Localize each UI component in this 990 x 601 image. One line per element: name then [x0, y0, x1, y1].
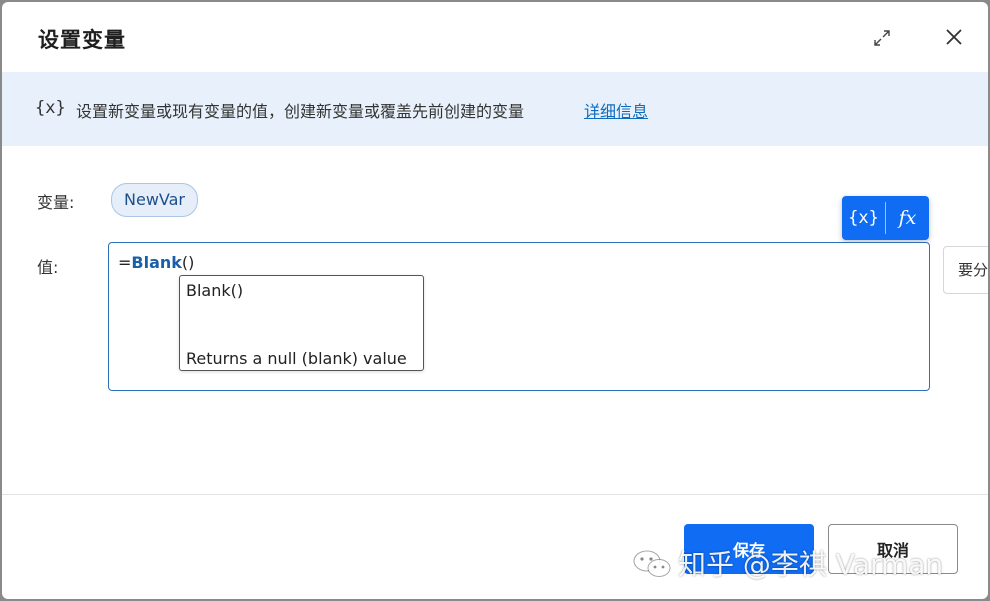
expand-icon[interactable] — [872, 28, 892, 48]
close-icon[interactable] — [941, 24, 967, 50]
side-panel-chip[interactable]: 要分 — [943, 246, 988, 294]
more-info-link[interactable]: 详细信息 — [584, 98, 648, 122]
expression-function: Blank — [131, 253, 182, 272]
insert-variable-button[interactable]: {x} — [842, 196, 885, 240]
info-text: 设置新变量或现有变量的值，创建新变量或覆盖先前创建的变量 — [76, 102, 525, 121]
function-suggestion-tooltip[interactable]: Blank() Returns a null (blank) value — [179, 275, 424, 371]
footer-divider — [2, 494, 988, 495]
cancel-button[interactable]: 取消 — [828, 524, 958, 574]
variable-label: 变量: — [37, 193, 75, 212]
suggestion-description: Returns a null (blank) value — [186, 349, 407, 368]
set-variable-dialog: 设置变量 {x} 设置新变量或现有变量的值，创建新变量或覆盖先前创建的变量 详细… — [2, 2, 988, 599]
wechat-logo-icon — [633, 550, 671, 577]
value-label: 值: — [37, 258, 59, 277]
expression-suffix: () — [181, 253, 195, 272]
input-toolbar: {x} fx — [842, 196, 929, 240]
variable-icon: {x} — [35, 98, 66, 118]
expression-prefix: = — [118, 253, 132, 272]
save-button[interactable]: 保存 — [684, 524, 814, 574]
suggestion-signature: Blank() — [186, 281, 244, 300]
expression-text: =Blank() — [118, 253, 194, 272]
info-banner: {x} 设置新变量或现有变量的值，创建新变量或覆盖先前创建的变量 详细信息 — [2, 72, 988, 146]
dialog-title: 设置变量 — [38, 28, 126, 52]
insert-formula-button[interactable]: fx — [886, 196, 929, 240]
variable-name-pill[interactable]: NewVar — [111, 183, 198, 217]
